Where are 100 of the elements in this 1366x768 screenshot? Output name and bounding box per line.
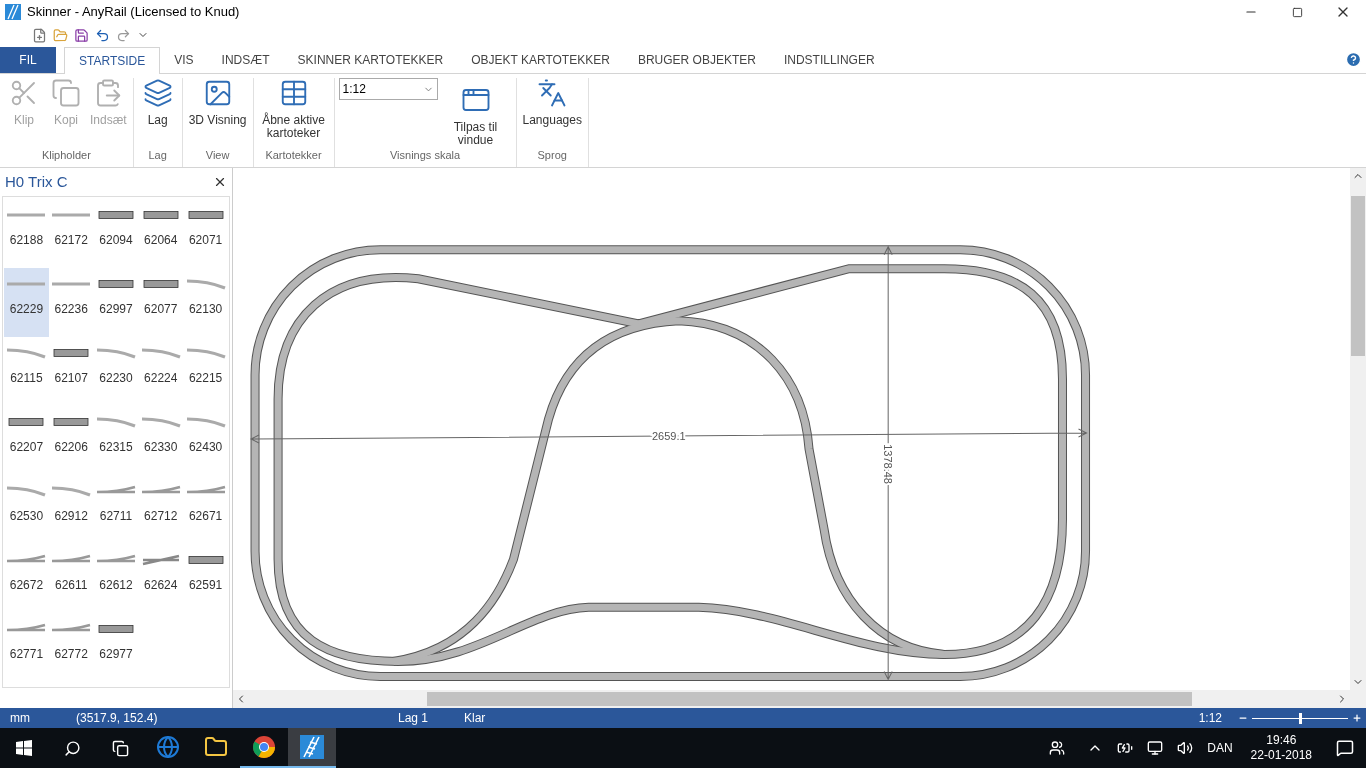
track-piece-item[interactable]: 62772	[48, 613, 94, 682]
track-piece-item[interactable]: 62172	[48, 199, 94, 268]
track-piece-icon	[140, 278, 181, 290]
vertical-scrollbar[interactable]	[1350, 168, 1366, 690]
track-piece-item[interactable]: 62712	[138, 475, 184, 544]
coordinates-label: (3517.9, 152.4)	[76, 710, 159, 727]
track-piece-icon	[96, 416, 136, 428]
windows-logo-icon	[16, 740, 32, 756]
track-piece-icon	[6, 485, 47, 497]
track-piece-item[interactable]: 62188	[4, 199, 49, 268]
track-piece-item[interactable]: 62071	[183, 199, 228, 268]
ribbon-button[interactable]: Tilpas til vindue	[439, 78, 512, 147]
undo-icon[interactable]	[95, 27, 110, 43]
save-icon[interactable]	[74, 27, 89, 43]
ribbon-tab[interactable]: BRUGER OBJEKTER	[623, 47, 770, 73]
track-piece-item[interactable]: 62530	[4, 475, 49, 544]
file-tab[interactable]: FIL	[0, 47, 56, 73]
taskbar-app-button[interactable]	[288, 728, 336, 768]
redo-icon[interactable]	[116, 27, 131, 43]
track-piece-item[interactable]: 62064	[138, 199, 184, 268]
track-piece-item[interactable]: 62107	[48, 337, 94, 406]
track-piece-icon	[140, 347, 181, 359]
track-piece-item[interactable]: 62206	[48, 406, 94, 475]
ribbon-group-label: Visnings skala	[388, 147, 462, 163]
people-icon[interactable]	[1049, 740, 1066, 756]
track-piece-item[interactable]: 62672	[4, 544, 49, 613]
browser-icon	[252, 735, 276, 759]
track-piece-item[interactable]: 62315	[93, 406, 139, 475]
ribbon-tab[interactable]: INDSÆT	[207, 47, 284, 73]
ribbon-tab[interactable]: VIS	[160, 47, 208, 73]
track-piece-item[interactable]: 62671	[183, 475, 228, 544]
track-piece-icon	[140, 554, 181, 566]
track-piece-item[interactable]: 62115	[4, 337, 49, 406]
ribbon-button[interactable]: 3D Visning	[186, 78, 249, 127]
track-piece-item[interactable]: 62094	[93, 199, 139, 268]
volume-icon[interactable]	[1177, 740, 1194, 756]
help-icon[interactable]	[1345, 51, 1362, 68]
track-piece-item[interactable]: 62771	[4, 613, 49, 682]
track-piece-icon	[96, 209, 136, 221]
restore-icon	[1291, 6, 1303, 18]
track-piece-item[interactable]: 62624	[138, 544, 184, 613]
ribbon-tab[interactable]: SKINNER KARTOTEKKER	[283, 47, 458, 73]
track-piece-item[interactable]: 62229	[4, 268, 49, 337]
track-piece-item[interactable]: 62224	[138, 337, 184, 406]
track-piece-item[interactable]: 62236	[48, 268, 94, 337]
track-piece-item[interactable]: 62230	[93, 337, 139, 406]
track-layout-canvas[interactable]: 2659.1 1378.48	[233, 168, 1350, 690]
track-piece-icon	[185, 416, 226, 428]
track-piece-item[interactable]: 62612	[93, 544, 139, 613]
track-piece-icon	[51, 416, 92, 428]
scale-dropdown[interactable]: 1:12	[338, 78, 438, 100]
track-piece-item[interactable]: 62711	[93, 475, 139, 544]
app-logo-icon	[5, 4, 21, 20]
scale-label: 1:12	[1198, 710, 1222, 727]
track-piece-item[interactable]: 62130	[183, 268, 228, 337]
track-piece-icon	[185, 554, 226, 566]
ribbon-group-label: Lag	[147, 147, 168, 163]
search-icon	[63, 739, 81, 757]
track-piece-item[interactable]: 62207	[4, 406, 49, 475]
track-piece-icon	[6, 347, 47, 359]
track-piece-item[interactable]: 62077	[138, 268, 184, 337]
ribbon-button[interactable]: Languages	[520, 78, 584, 127]
track-piece-item[interactable]: 62591	[183, 544, 228, 613]
track-piece-icon	[185, 209, 226, 221]
close-icon	[213, 175, 227, 189]
track-piece-icon	[6, 416, 47, 428]
ribbon-tab[interactable]: INDSTILLINGER	[769, 47, 889, 73]
track-piece-item[interactable]: 62997	[93, 268, 139, 337]
window-title: Skinner - AnyRail (Licensed to Knud)	[27, 3, 240, 22]
panel-close-button[interactable]	[213, 175, 227, 189]
status-label: Klar	[464, 710, 486, 727]
battery-icon[interactable]	[1117, 740, 1134, 756]
notifications-icon[interactable]	[1336, 739, 1354, 757]
zoom-slider[interactable]	[1252, 712, 1348, 724]
track-piece-item[interactable]: 62215	[183, 337, 228, 406]
track-piece-icon	[140, 209, 181, 221]
track-piece-icon	[96, 623, 136, 635]
track-piece-item[interactable]: 62330	[138, 406, 184, 475]
track-piece-item[interactable]: 62611	[48, 544, 94, 613]
rail-app-icon	[300, 735, 324, 759]
track-piece-icon	[185, 347, 226, 359]
track-piece-item[interactable]: 62430	[183, 406, 228, 475]
zoom-slider-thumb[interactable]	[1299, 712, 1302, 724]
ribbon-group-label: Kartotekker	[264, 147, 323, 163]
ribbon-button[interactable]: Åbne aktive kartoteker	[257, 78, 330, 140]
horizontal-scrollbar[interactable]	[233, 690, 1366, 708]
track-piece-item[interactable]: 62912	[48, 475, 94, 544]
ribbon-tab[interactable]: STARTSIDE	[64, 47, 161, 74]
ribbon-group-label: Klipholder	[40, 147, 92, 163]
layers-icon	[142, 78, 173, 108]
zoom-in-icon[interactable]	[1352, 713, 1362, 723]
clock[interactable]: 19:46 22-01-2018	[1250, 733, 1312, 763]
ribbon-tab[interactable]: OBJEKT KARTOTEKKER	[457, 47, 624, 73]
track-piece-icon	[185, 278, 226, 290]
ribbon-button[interactable]: Lag	[137, 78, 178, 127]
language-indicator[interactable]: DAN	[1207, 739, 1233, 757]
track-piece-icon	[51, 347, 92, 359]
track-piece-item[interactable]: 62977	[93, 613, 139, 682]
new-file-icon[interactable]	[32, 27, 47, 43]
network-icon[interactable]	[1147, 740, 1164, 756]
